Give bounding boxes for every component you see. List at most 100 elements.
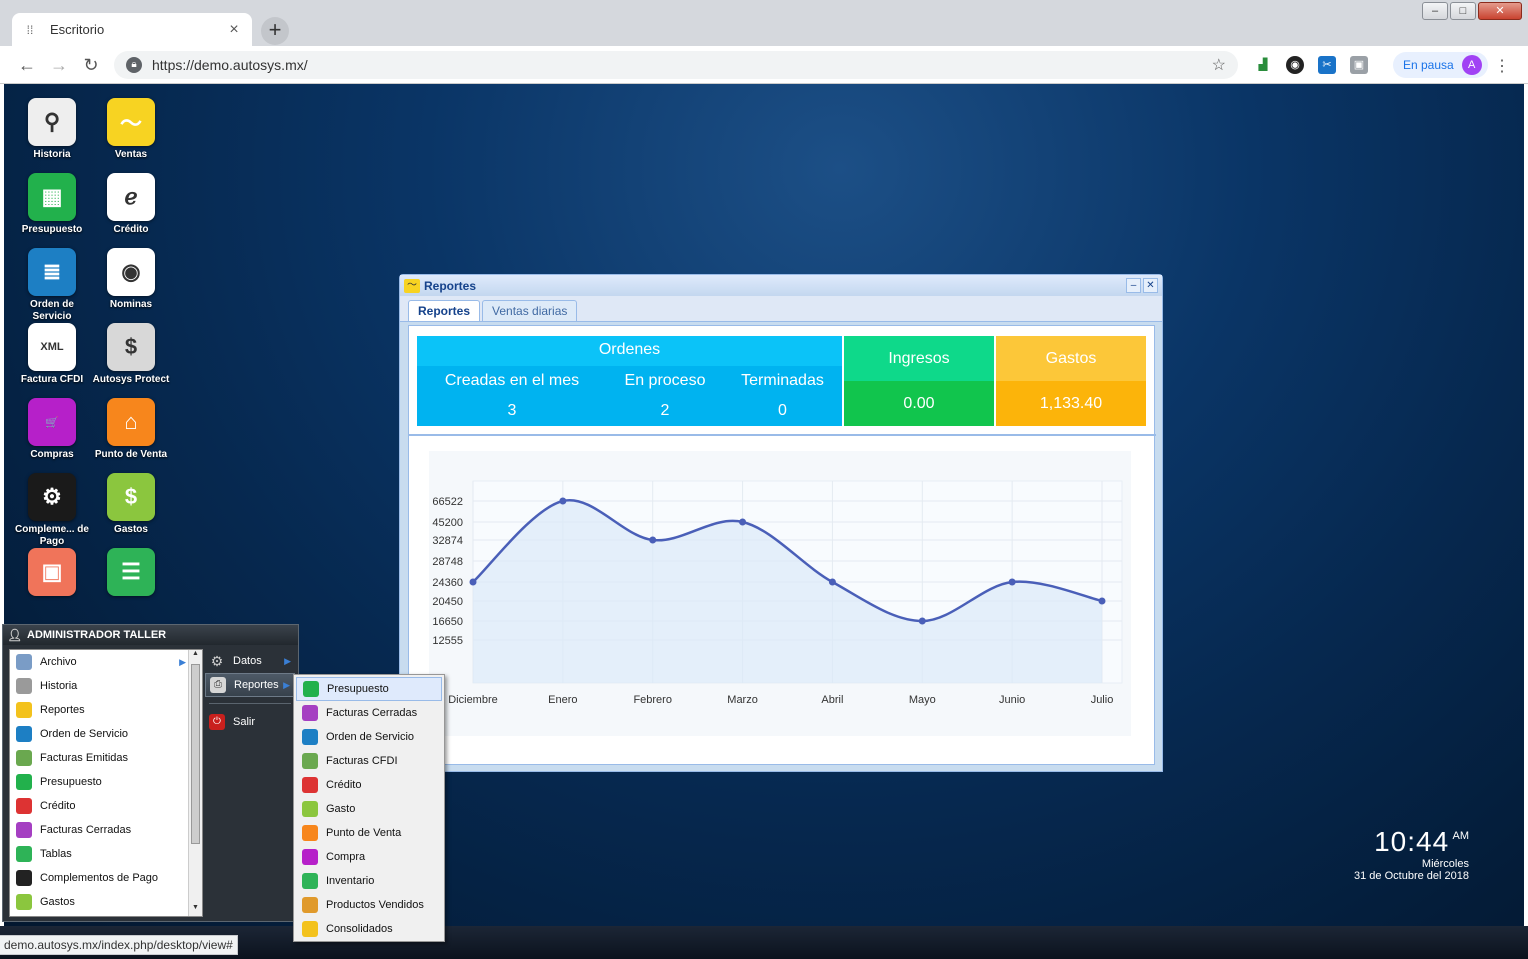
x-tick-label: Abril: [821, 694, 843, 706]
menu-reportes[interactable]: ⎙ Reportes ▶: [205, 673, 295, 697]
desktop-icon-compras[interactable]: 🛒 Compras: [12, 398, 92, 461]
menu-item-reportes[interactable]: Reportes: [10, 698, 202, 722]
menu-item-label: Crédito: [40, 800, 76, 812]
data-point: [469, 578, 477, 586]
scroll-down-icon[interactable]: ▼: [189, 904, 202, 916]
line-chart: 66522 45200 32874 28748 24360 20450 16650 12555…: [432, 480, 1123, 706]
menu-salir[interactable]: ⏻ Salir: [205, 710, 295, 734]
menu-item-complementos-de-pago[interactable]: Complementos de Pago: [10, 866, 202, 890]
chevron-right-icon: ▶: [179, 656, 186, 667]
submenu-item-orden-de-servicio[interactable]: Orden de Servicio: [296, 725, 442, 749]
back-icon[interactable]: ←: [15, 53, 39, 77]
menu-item-credito[interactable]: Crédito: [10, 794, 202, 818]
tab-title: Escritorio: [50, 22, 105, 37]
window-header[interactable]: 〜 Reportes – ✕: [400, 275, 1162, 296]
submenu-item-inventario[interactable]: Inventario: [296, 869, 442, 893]
submenu-item-facturas-cfdi[interactable]: Facturas CFDI: [296, 749, 442, 773]
printer-icon: ⎙: [210, 677, 226, 693]
desktop-icon-app-13[interactable]: ☰: [91, 548, 171, 599]
desktop-icon-nominas[interactable]: ◉ Nominas: [91, 248, 171, 311]
desktop-icon-orden-de-servicio[interactable]: ≣ Orden de Servicio: [12, 248, 92, 323]
color-extension-icon[interactable]: ◉: [1286, 56, 1304, 74]
scroll-thumb[interactable]: [191, 664, 200, 844]
window-tabs: Reportes Ventas diarias: [400, 296, 1162, 322]
desktop-icon-punto-de-venta[interactable]: ⌂ Punto de Venta: [91, 398, 171, 461]
submenu-item-credito[interactable]: Crédito: [296, 773, 442, 797]
address-bar[interactable]: 🔒︎ https://demo.autosys.mx/ ☆: [114, 51, 1238, 79]
submenu-item-gasto[interactable]: Gasto: [296, 797, 442, 821]
desktop-icon-gastos[interactable]: $ Gastos: [91, 473, 171, 536]
menu-datos[interactable]: ⚙ Datos ▶: [205, 649, 295, 673]
y-tick-label: 28748: [432, 556, 463, 568]
menu-kebab-icon[interactable]: ⋮: [1494, 56, 1510, 76]
chart-container: 66522 45200 32874 28748 24360 20450 16650 12555…: [429, 451, 1131, 736]
gastos-box: Gastos 1,133.40: [996, 336, 1146, 426]
orden-de-servicio-icon: [302, 729, 318, 745]
submenu-item-facturas-cerradas[interactable]: Facturas Cerradas: [296, 701, 442, 725]
y-tick-label: 12555: [432, 635, 463, 647]
desktop-icon-autosys-protect[interactable]: $ Autosys Protect: [91, 323, 171, 386]
data-point: [559, 497, 567, 505]
desktop-icon-historia[interactable]: ⚲ Historia: [12, 98, 92, 161]
url-text: https://demo.autosys.mx/: [152, 57, 308, 73]
submenu-item-consolidados[interactable]: Consolidados: [296, 917, 442, 941]
desktop-clock: 10:44 AM Miércoles 31 de Octubre del 201…: [1354, 826, 1469, 882]
ordenes-col-label: Creadas en el mes: [444, 372, 580, 389]
submenu-item-compra[interactable]: Compra: [296, 845, 442, 869]
browser-tab[interactable]: ⁞⁞ Escritorio ×: [12, 13, 252, 46]
submenu-item-productos-vendidos[interactable]: Productos Vendidos: [296, 893, 442, 917]
new-tab-button[interactable]: +: [261, 17, 289, 45]
close-window-button[interactable]: ✕: [1478, 2, 1522, 20]
menu-item-presupuesto[interactable]: Presupuesto: [10, 770, 202, 794]
maximize-button[interactable]: □: [1450, 2, 1476, 20]
tablas-icon: [16, 846, 32, 862]
menu-item-facturas-cerradas[interactable]: Facturas Cerradas: [10, 818, 202, 842]
scroll-up-icon[interactable]: ▲: [189, 650, 202, 662]
tab-ventas-diarias[interactable]: Ventas diarias: [482, 300, 578, 321]
menu-item-historia[interactable]: Historia: [10, 674, 202, 698]
minimize-button[interactable]: –: [1422, 2, 1448, 20]
tab-reportes[interactable]: Reportes: [408, 300, 481, 321]
menu-item-tablas[interactable]: Tablas: [10, 842, 202, 866]
minimize-window-button[interactable]: –: [1126, 278, 1141, 293]
desktop-icon-label: Historia: [33, 149, 71, 160]
reportes-submenu: Presupuesto Facturas Cerradas Orden de Ser…: [293, 674, 445, 942]
desktop-icon-ventas[interactable]: 〜 Ventas: [91, 98, 171, 161]
bookmark-star-icon[interactable]: ☆: [1212, 55, 1226, 75]
y-tick-label: 45200: [432, 517, 463, 529]
profile-button[interactable]: En pausa A: [1393, 52, 1488, 78]
grid-icon: ⁞⁞: [26, 22, 34, 37]
icon-glyph: ◉: [121, 259, 141, 284]
close-window-icon[interactable]: ✕: [1143, 278, 1158, 293]
x-tick-label: Febrero: [633, 694, 672, 706]
facturas-emitidas-icon: [16, 750, 32, 766]
desktop-icon-credito[interactable]: ℯ Crédito: [91, 173, 171, 236]
reload-icon[interactable]: ↻: [79, 53, 103, 77]
submenu-item-punto-de-venta[interactable]: Punto de Venta: [296, 821, 442, 845]
icon-glyph: ⚲: [43, 109, 61, 134]
submenu-item-presupuesto[interactable]: Presupuesto: [296, 677, 442, 701]
icon-glyph: ▣: [41, 559, 63, 584]
scrollbar[interactable]: ▲ ▼: [188, 650, 202, 916]
icon-glyph: 🛒: [45, 416, 59, 429]
tab-close-icon[interactable]: ×: [226, 21, 242, 39]
submenu-item-label: Gasto: [326, 803, 356, 815]
menu-item-gastos[interactable]: Gastos: [10, 890, 202, 914]
data-point: [1008, 578, 1016, 586]
menu-item-orden-de-servicio[interactable]: Orden de Servicio: [10, 722, 202, 746]
desktop-icon-factura-cfdi[interactable]: XML Factura CFDI: [12, 323, 92, 386]
forward-icon[interactable]: →: [47, 53, 71, 77]
desktop-icon-presupuesto[interactable]: ▦ Presupuesto: [12, 173, 92, 236]
chart-extension-icon[interactable]: ▟: [1254, 56, 1272, 74]
scissors-extension-icon[interactable]: ✂: [1318, 56, 1336, 74]
menu-item-archivo[interactable]: Archivo ▶: [10, 650, 202, 674]
desktop-icon-compleme-de-pago[interactable]: ⚙ Compleme... de Pago: [12, 473, 92, 548]
desktop-icon-app-12[interactable]: ▣: [12, 548, 92, 599]
ordenes-col-creadas: Creadas en el mes 3: [417, 366, 607, 426]
image-extension-icon[interactable]: ▣: [1350, 56, 1368, 74]
start-menu-header: 👤︎ ADMINISTRADOR TALLER: [3, 625, 298, 645]
ingresos-box: Ingresos 0.00: [844, 336, 994, 426]
reportes-icon: [16, 702, 32, 718]
menu-item-facturas-emitidas[interactable]: Facturas Emitidas: [10, 746, 202, 770]
compras-icon: 🛒: [28, 398, 76, 446]
